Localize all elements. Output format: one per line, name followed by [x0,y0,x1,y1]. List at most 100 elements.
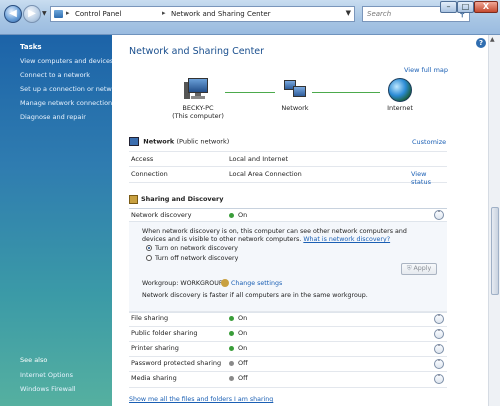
computer-name: BECKY-PC [182,104,214,112]
collapse-button[interactable]: ˆ [434,210,444,220]
map-node-internet[interactable]: Internet [378,78,422,112]
address-toolbar: ◀ ▶ ▼ ▸ Control Panel ▸ Network and Shar… [0,0,500,35]
what-is-network-discovery-link[interactable]: What is network discovery? [303,236,390,243]
control-panel-icon [54,10,63,18]
map-node-network[interactable]: Network [275,78,315,112]
map-node-computer[interactable]: BECKY-PC (This computer) [168,78,228,120]
printer-sharing-label: Printer sharing [131,344,179,352]
breadcrumb-separator[interactable]: ▸ [66,9,70,17]
task-setup-connection[interactable]: Set up a connection or network [20,85,122,93]
apply-button[interactable]: ⛨ Apply [401,263,437,275]
radio-turn-on[interactable]: Turn on network discovery [146,245,238,252]
address-dropdown-icon[interactable]: ▼ [346,9,351,17]
show-all-shared-link[interactable]: Show me all the files and folders I am s… [129,396,273,403]
task-manage-connections[interactable]: Manage network connections [20,99,116,107]
network-title: Network [143,137,175,146]
breadcrumb-separator[interactable]: ▸ [162,9,166,17]
internet-label: Internet [387,104,413,112]
file-sharing-status: On [229,314,247,322]
network-access-row: Access Local and Internet [129,151,447,167]
tasks-heading: Tasks [20,43,42,51]
see-also-windows-firewall[interactable]: Windows Firewall [20,385,76,393]
connection-line [312,92,380,93]
back-button[interactable]: ◀ [4,5,22,23]
network-small-icon [129,137,139,146]
network-discovery-row[interactable]: Network discovery On ˆ [129,208,447,222]
access-value: Local and Internet [229,155,289,163]
arrow-right-icon: ▶ [28,8,36,19]
chevron-down-icon: ˇ [437,360,441,367]
media-sharing-row[interactable]: Media sharing Off ˇ [129,371,447,388]
password-protected-sharing-row[interactable]: Password protected sharing Off ˇ [129,356,447,372]
search-placeholder: Search [367,10,392,18]
task-view-computers[interactable]: View computers and devices [20,57,113,65]
close-button[interactable]: X [474,1,498,13]
main-content: ? ▲ Network and Sharing Center View full… [112,35,500,406]
see-also-heading: See also [20,356,48,364]
connection-value: Local Area Connection [229,170,302,178]
view-full-map-link[interactable]: View full map [404,66,448,74]
expand-button[interactable]: ˇ [434,329,444,339]
task-pane: Tasks View computers and devices Connect… [0,35,122,406]
minimize-button[interactable]: – [440,1,457,13]
expand-button[interactable]: ˇ [434,374,444,384]
printer-sharing-status: On [229,344,247,352]
network-discovery-description: When network discovery is on, this compu… [142,228,407,243]
sharing-discovery-header: Sharing and Discovery [129,195,447,207]
workgroup-label: Workgroup: WORKGROUP [142,280,223,287]
breadcrumb-network-sharing-center[interactable]: Network and Sharing Center [171,10,271,18]
see-also-internet-options[interactable]: Internet Options [20,371,73,379]
globe-icon [388,78,412,102]
shield-icon [221,279,229,287]
chevron-down-icon: ˇ [437,375,441,382]
network-discovery-label: Network discovery [131,211,192,219]
connection-line [225,92,275,93]
password-protected-sharing-status: Off [229,359,248,367]
computer-sub: (This computer) [172,112,224,120]
public-folder-sharing-status: On [229,329,247,337]
status-on-icon [229,212,234,218]
forward-button[interactable]: ▶ [23,5,41,23]
arrow-left-icon: ◀ [9,8,17,19]
maximize-button[interactable]: □ [457,1,474,13]
network-icon [282,78,308,102]
customize-link[interactable]: Customize [412,138,446,146]
expand-button[interactable]: ˇ [434,359,444,369]
status-off-icon [229,360,234,366]
radio-selected-icon[interactable] [146,245,152,251]
network-connection-row: Connection Local Area Connection View st… [129,166,447,186]
network-discovery-status: On [229,211,247,219]
network-heading: Network (Public network) [129,137,229,146]
printer-sharing-row[interactable]: Printer sharing On ˇ [129,341,447,357]
media-sharing-label: Media sharing [131,374,177,382]
status-off-icon [229,375,234,381]
public-folder-sharing-row[interactable]: Public folder sharing On ˇ [129,326,447,342]
sharing-icon [129,195,138,204]
chevron-down-icon: ˇ [437,345,441,352]
expand-button[interactable]: ˇ [434,344,444,354]
network-type: (Public network) [176,137,230,146]
expand-button[interactable]: ˇ [434,314,444,324]
chevron-down-icon: ˇ [437,315,441,322]
help-icon[interactable]: ? [476,38,486,48]
computer-icon [184,78,212,102]
recent-pages-dropdown[interactable]: ▼ [42,10,48,17]
scroll-up-icon[interactable]: ▲ [490,36,495,43]
access-label: Access [131,155,154,163]
task-connect-network[interactable]: Connect to a network [20,71,90,79]
radio-unselected-icon[interactable] [146,255,152,261]
radio-turn-on-label: Turn on network discovery [155,245,239,252]
radio-turn-off[interactable]: Turn off network discovery [146,255,238,262]
task-diagnose-repair[interactable]: Diagnose and repair [20,113,86,121]
file-sharing-row[interactable]: File sharing On ˇ [129,311,447,327]
network-label: Network [281,104,309,112]
view-status-link[interactable]: View status [411,170,447,186]
connection-label: Connection [131,170,168,178]
password-protected-sharing-label: Password protected sharing [131,359,222,367]
scroll-thumb[interactable] [491,207,499,295]
change-settings-link[interactable]: Change settings [231,280,282,287]
breadcrumb-control-panel[interactable]: Control Panel [75,10,121,18]
vertical-scrollbar[interactable]: ▲ [488,35,500,406]
address-bar[interactable]: ▸ Control Panel ▸ Network and Sharing Ce… [50,6,355,22]
status-on-icon [229,315,234,321]
